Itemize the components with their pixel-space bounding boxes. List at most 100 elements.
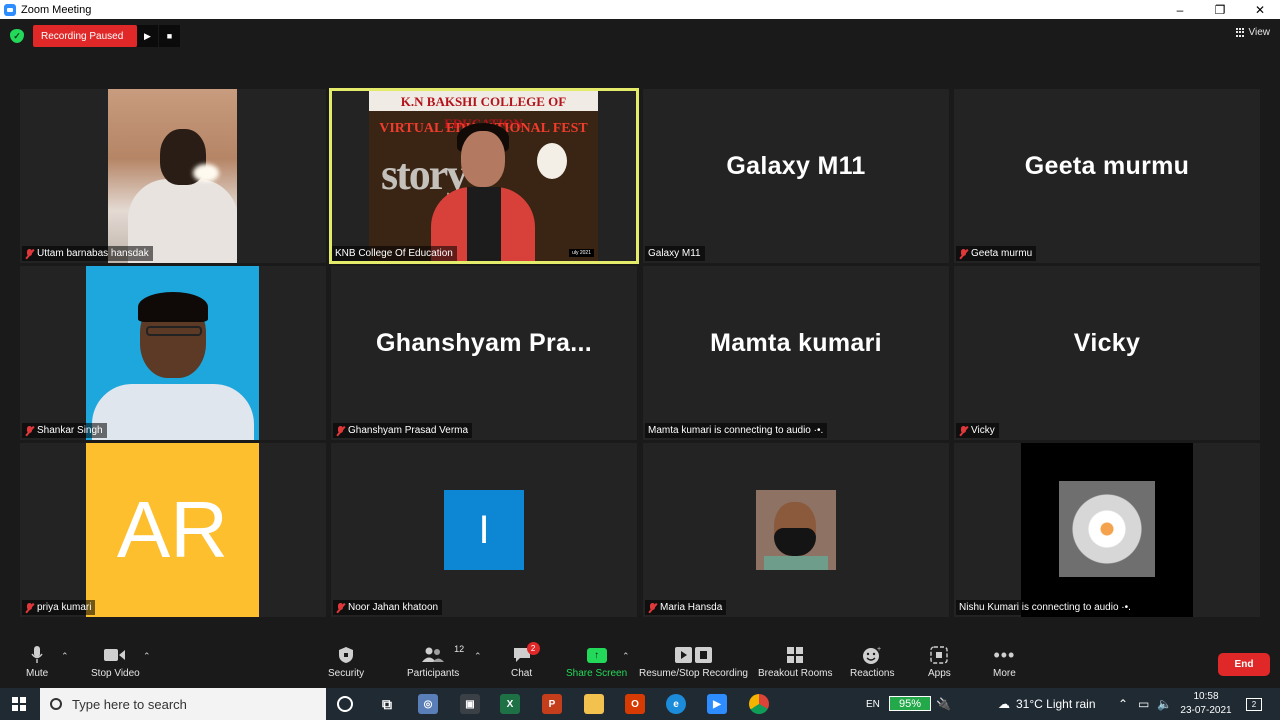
- stop-recording-button[interactable]: ■: [159, 25, 180, 47]
- avatar: I: [444, 490, 524, 570]
- participant-big-name: Vicky: [1073, 328, 1141, 357]
- participants-icon: [422, 647, 445, 662]
- end-meeting-button[interactable]: End: [1218, 653, 1270, 676]
- reactions-button[interactable]: + Reactions: [850, 642, 894, 679]
- audio-options-chevron-icon[interactable]: ⌃: [61, 651, 69, 662]
- encryption-shield-icon[interactable]: ✓: [10, 29, 24, 43]
- participant-label: Maria Hansda: [645, 600, 727, 615]
- mic-muted-icon: [648, 602, 657, 613]
- share-screen-icon: ↑: [586, 647, 607, 663]
- play-icon: ▶: [144, 30, 151, 41]
- stop-video-button[interactable]: Stop Video: [91, 642, 140, 679]
- network-icon[interactable]: ▭: [1138, 688, 1149, 720]
- participant-label: Uttam barnabas hansdak: [22, 246, 153, 261]
- tray-chevron-icon[interactable]: ⌃: [1118, 688, 1128, 720]
- smiley-icon: +: [863, 646, 881, 664]
- language-indicator[interactable]: EN: [866, 688, 880, 720]
- video-date-text: uly 2021: [569, 249, 594, 257]
- excel-icon[interactable]: X: [500, 694, 520, 714]
- chat-button[interactable]: 2 Chat: [511, 642, 540, 679]
- powerpoint-icon[interactable]: P: [542, 694, 562, 714]
- apps-icon: [930, 646, 949, 664]
- participant-label: Vicky: [956, 423, 999, 438]
- taskbar-search-box[interactable]: Type here to search: [40, 688, 326, 720]
- minimize-button[interactable]: –: [1160, 0, 1200, 19]
- app-launcher-icon[interactable]: ◎: [418, 694, 438, 714]
- mic-muted-icon: [25, 425, 34, 436]
- taskbar-clock[interactable]: 10:58 23-07-2021: [1178, 690, 1234, 718]
- participant-big-name: Ghanshyam Pra...: [376, 328, 592, 357]
- more-button[interactable]: ••• More: [993, 642, 1016, 680]
- store-icon[interactable]: ▣: [460, 694, 480, 714]
- participant-label: Nishu Kumari is connecting to audio ·•.: [956, 600, 1135, 615]
- security-button[interactable]: Security: [328, 642, 364, 679]
- stop-square-icon: [694, 647, 712, 663]
- profile-picture: AR: [86, 443, 259, 617]
- view-label: View: [1248, 27, 1271, 38]
- apps-button[interactable]: Apps: [928, 642, 951, 679]
- chrome-icon[interactable]: [749, 694, 769, 714]
- video-tile[interactable]: Mamta kumari Mamta kumari is connecting …: [643, 266, 949, 440]
- resume-recording-button[interactable]: ▶: [137, 25, 158, 47]
- office-icon[interactable]: O: [625, 694, 645, 714]
- edge-icon[interactable]: e: [666, 694, 686, 714]
- participants-options-chevron-icon[interactable]: ⌃: [474, 651, 482, 662]
- grid-icon: [1235, 28, 1245, 37]
- video-tile[interactable]: Galaxy M11 Galaxy M11: [643, 89, 949, 263]
- volume-icon[interactable]: 🔈: [1157, 688, 1172, 720]
- video-tile[interactable]: Nishu Kumari is connecting to audio ·•.: [954, 443, 1260, 617]
- svg-text:+: +: [877, 646, 881, 653]
- notification-center-icon[interactable]: 2: [1246, 688, 1262, 720]
- window-controls: – ❐ ✕: [1160, 0, 1280, 19]
- mic-muted-icon: [25, 248, 34, 259]
- zoom-taskbar-icon[interactable]: ▶: [707, 694, 727, 714]
- share-screen-button[interactable]: ↑ Share Screen: [566, 642, 627, 679]
- participant-label: priya kumari: [22, 600, 96, 615]
- windows-start-icon[interactable]: [12, 697, 26, 711]
- search-placeholder: Type here to search: [72, 696, 187, 712]
- video-tile[interactable]: Ghanshyam Pra... Ghanshyam Prasad Verma: [331, 266, 637, 440]
- zoom-window: Zoom Meeting – ❐ ✕ ✓ Recording Paused ▶ …: [0, 0, 1280, 720]
- participants-button[interactable]: 12 Participants: [407, 642, 464, 679]
- participant-big-name: Mamta kumari: [710, 328, 882, 357]
- video-tile[interactable]: AR priya kumari: [20, 443, 326, 617]
- participant-video: [86, 266, 259, 440]
- video-tile[interactable]: Shankar Singh: [20, 266, 326, 440]
- plug-icon: 🔌: [936, 697, 951, 711]
- battery-indicator[interactable]: 95%: [889, 696, 931, 711]
- breakout-rooms-button[interactable]: Breakout Rooms: [758, 642, 832, 679]
- video-tile[interactable]: Geeta murmu Geeta murmu: [954, 89, 1260, 263]
- close-button[interactable]: ✕: [1240, 0, 1280, 19]
- share-options-chevron-icon[interactable]: ⌃: [622, 651, 630, 662]
- participant-video: [1021, 443, 1193, 617]
- active-speaker-tile[interactable]: K.N BAKSHI COLLEGE OF EDUCATION VIRTUAL …: [329, 88, 639, 264]
- video-options-chevron-icon[interactable]: ⌃: [143, 651, 151, 662]
- flower-image: [1059, 481, 1155, 577]
- cortana-icon[interactable]: [337, 696, 353, 712]
- video-tile[interactable]: I Noor Jahan khatoon: [331, 443, 637, 617]
- lightbulb-icon: [537, 143, 567, 179]
- more-dots-icon: •••: [993, 644, 1016, 665]
- mute-button[interactable]: Mute: [26, 642, 48, 679]
- video-tile[interactable]: Uttam barnabas hansdak: [20, 89, 326, 263]
- breakout-rooms-icon: [787, 647, 804, 663]
- video-tile[interactable]: Maria Hansda: [643, 443, 949, 617]
- participant-label: Geeta murmu: [956, 246, 1037, 261]
- video-camera-icon: [104, 649, 126, 661]
- windows-taskbar: Type here to search ⧉ ◎ ▣ X P O e ▶ EN 9…: [0, 688, 1280, 720]
- video-tile[interactable]: Vicky Vicky: [954, 266, 1260, 440]
- stop-icon: ■: [166, 31, 173, 41]
- file-explorer-icon[interactable]: [584, 694, 604, 714]
- mic-muted-icon: [336, 425, 345, 436]
- window-titlebar: Zoom Meeting – ❐ ✕: [0, 0, 1280, 19]
- resume-stop-recording-button[interactable]: Resume/Stop Recording: [639, 642, 748, 679]
- participant-label: Galaxy M11: [645, 246, 705, 261]
- maximize-button[interactable]: ❐: [1200, 0, 1240, 19]
- mic-muted-icon: [25, 602, 34, 613]
- weather-widget[interactable]: ☁ 31°C Light rain: [998, 688, 1096, 720]
- cloud-rain-icon: ☁: [998, 697, 1010, 711]
- video-banner-text: K.N BAKSHI COLLEGE OF EDUCATION: [369, 91, 598, 131]
- task-view-icon[interactable]: ⧉: [377, 694, 397, 714]
- view-button[interactable]: View: [1235, 27, 1271, 38]
- participant-label: Ghanshyam Prasad Verma: [333, 423, 473, 438]
